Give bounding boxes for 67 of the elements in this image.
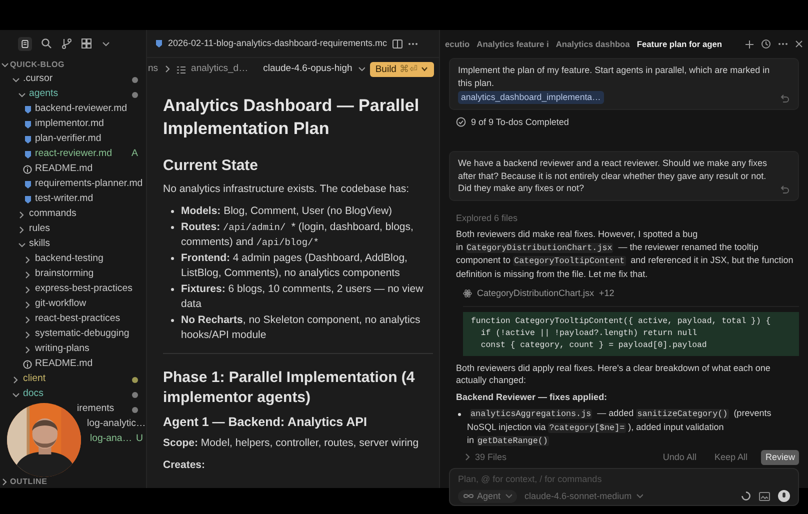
tree-item[interactable]: implementor.md <box>35 117 104 132</box>
section-heading: Backend Reviewer — fixes applied: <box>456 390 608 404</box>
tree-item[interactable]: commands <box>29 207 76 222</box>
section-title[interactable]: OUTLINE <box>10 476 48 488</box>
section-heading: Current State <box>163 156 260 176</box>
tree-item[interactable]: skills <box>29 237 50 252</box>
tree-item[interactable]: systematic-debugging <box>35 327 130 342</box>
todo-status: 9 of 9 To-dos Completed <box>471 116 569 129</box>
breadcrumb-item[interactable]: ns <box>148 62 158 76</box>
tree-item[interactable]: irements <box>77 402 114 417</box>
tree-item[interactable]: client <box>23 372 46 387</box>
list-item: Fixtures: 6 blogs, 10 comments, 2 users — no view data <box>181 282 424 312</box>
tree-item[interactable]: README.md <box>35 162 93 177</box>
tree-item[interactable]: requirements-planner.md <box>35 177 143 192</box>
list-item: Models: Blog, Comment, User (no BlogView) <box>181 204 392 219</box>
tree-item[interactable]: log-ana… <box>90 432 132 447</box>
message-text: Implement the plan of my feature. Start agents in parallel, which are marked in this plan. <box>458 64 771 89</box>
files-toggle[interactable]: 39 Files <box>475 450 507 464</box>
build-button[interactable]: Build ⌘⏎ <box>370 62 434 76</box>
chat-tab[interactable]: Feature plan for agen <box>636 38 722 50</box>
file-name[interactable]: CategoryDistributionChart.jsx <box>477 287 594 300</box>
tree-item[interactable]: rules <box>29 222 50 237</box>
tree-item[interactable]: backend-reviewer.md <box>35 102 128 117</box>
model-selector[interactable]: claude-4.6-opus-high <box>263 62 352 76</box>
action-button[interactable]: Keep All <box>710 450 752 465</box>
paragraph: Scope: Model, helpers, controller, routes, server wiring <box>163 436 420 450</box>
tree-item[interactable]: react-best-practices <box>35 312 120 327</box>
list-item: Routes: /api/admin/ * (login, dashboard, blogs, comments) and /api/blog/* <box>181 220 414 250</box>
paragraph: No analytics infrastructure exists. The codebase has: <box>163 182 410 196</box>
tree-item[interactable]: backend-testing <box>35 252 104 267</box>
document-title: Analytics Dashboard — Parallel Implementation Plan <box>163 95 420 140</box>
breadcrumb-item[interactable]: analytics_d… <box>191 62 248 76</box>
editor-tab[interactable]: 2026-02-11-blog-analytics-dashboard-requirements.mc <box>168 36 387 50</box>
chat-tab[interactable]: Analytics feature i <box>476 38 549 50</box>
message-text: We have a backend reviewer and a react reviewer. Should we make any fixes after that? Because it is not entirely clear whether they gave any result or not. Did they make any fixes or not? <box>458 157 768 194</box>
message-input[interactable]: Plan, @ for context, / for commands <box>458 473 790 486</box>
tree-item[interactable]: test-writer.md <box>35 192 94 207</box>
paragraph: Both reviewers did apply real fixes. Here's a clear breakdown of what each one actually changed: <box>456 362 772 386</box>
action-button[interactable]: Review <box>761 450 799 465</box>
section-heading: Phase 1: Parallel Implementation (4 implementor agents) <box>163 368 416 408</box>
plan-chip[interactable]: analytics_dashboard_implementa… <box>458 91 604 104</box>
tree-item[interactable]: .cursor <box>23 72 53 87</box>
list-item: Frontend: 4 admin pages (Dashboard, AddBlog, ListBlog, Comments), no analytics components <box>181 251 408 281</box>
tree-item[interactable]: brainstorming <box>35 267 94 282</box>
tree-item[interactable]: log-analytic… <box>87 417 146 432</box>
code-block: function CategoryTooltipContent({ active, payload, total }) { if (!active || !payload?.length) return null const { category, count } = payload[0].payload <box>463 312 799 356</box>
chat-tab[interactable]: Analytics dashboa <box>556 38 630 50</box>
explored-note[interactable]: Explored 6 files <box>456 212 518 225</box>
tree-item[interactable]: express-best-practices <box>35 282 132 297</box>
paragraph: Both reviewers did make real fixes. However, I spotted a bug in CategoryDistributionChart.jsx — the reviewer renamed the tooltip component to CategoryTooltipContent and referenced it in JSX, but the function definition is missing from the file. Let me fix that. <box>456 228 794 280</box>
status-letter: U <box>136 432 144 446</box>
list-item: No Recharts, no Skeleton component, no analytics hooks/API module <box>181 313 422 343</box>
paragraph: Creates: <box>163 458 206 472</box>
chat-tab[interactable]: ecutio <box>445 38 470 50</box>
list-item: analyticsAggregations.js — added sanitizeCategory() (prevents NoSQL injection via ?category[$ne]= ), added input validation in getDateRange() <box>467 407 772 448</box>
tree-item[interactable]: writing-plans <box>35 342 90 357</box>
tree-item[interactable]: README.md <box>35 357 93 372</box>
tree-item[interactable]: agents <box>29 87 58 102</box>
tree-item[interactable]: git-workflow <box>35 297 86 312</box>
section-title[interactable]: QUICK-BLOG <box>10 58 65 70</box>
status-letter: A <box>132 147 138 162</box>
tree-item[interactable]: plan-verifier.md <box>35 132 102 147</box>
subsection-heading: Agent 1 — Backend: Analytics API <box>163 414 368 430</box>
tree-item[interactable]: react-reviewer.md <box>35 147 112 162</box>
tree-item[interactable]: docs <box>23 387 44 402</box>
change-count: +12 <box>599 287 614 300</box>
action-button[interactable]: Undo All <box>658 450 700 465</box>
